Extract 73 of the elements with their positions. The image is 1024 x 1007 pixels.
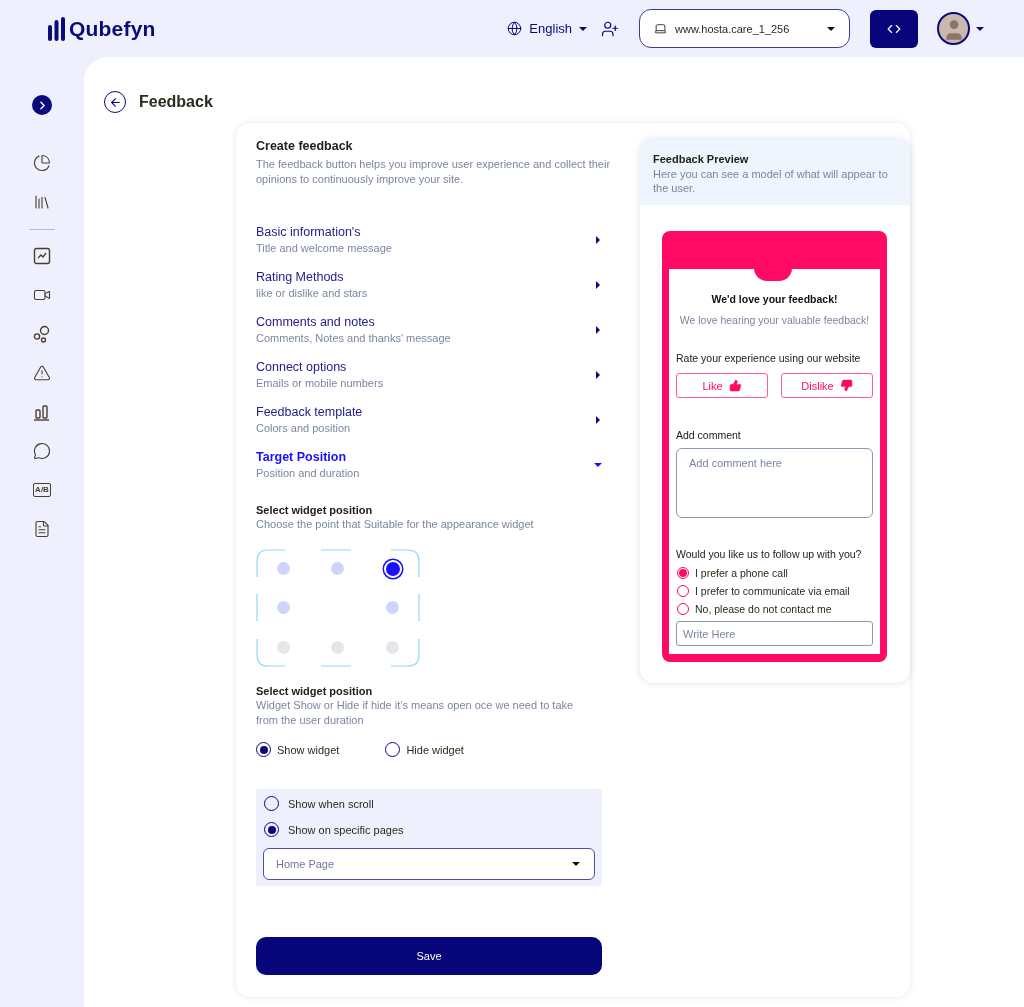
position-dot[interactable] [383,559,402,578]
section-title: Select widget position [256,504,374,516]
circles-icon [33,325,51,343]
accordion-section[interactable]: Rating Methods like or dislike and stars [256,262,602,307]
thumbs-up-icon [728,379,742,392]
avatar[interactable] [937,12,970,45]
accordion-section[interactable]: Comments and notes Comments, Notes and thanks' message [256,307,602,352]
chat-icon [33,442,51,460]
save-button[interactable]: Save [256,937,602,975]
radio-label: Show widget [277,743,340,756]
preview-description: Here you can see a model of what will appear to the user. [653,167,889,195]
write-field[interactable]: Write Here [676,621,873,646]
logo-text: Qubefyn [69,16,156,41]
radio-label: Show when scroll [288,797,374,810]
like-button[interactable]: Like [676,373,768,398]
pie-chart-icon [33,154,51,172]
position-dot[interactable] [386,601,400,615]
comment-field[interactable]: Add comment here [676,448,873,518]
caret-icon [827,24,835,33]
bars-icon [33,403,51,421]
ab-test-icon: A/B [33,483,51,497]
expand-sidebar-button[interactable] [32,95,52,115]
radio-label: I prefer a phone call [695,567,788,579]
form-description: The feedback button helps you improve user experience and collect their opinions to continuously improve your site. [256,157,612,187]
accordion-section[interactable]: Basic information's Title and welcome message [256,217,602,262]
comment-label: Add comment [676,429,742,441]
code-button[interactable] [870,9,918,48]
section-title: Select widget position [256,685,374,697]
accordion-section[interactable]: Connect options Emails or mobile numbers [256,352,602,397]
radio-label: No, please do not contact me [695,603,832,615]
books-icon [33,193,51,211]
radio-label: Hide widget [406,743,464,756]
chart-square-icon [33,247,51,265]
logo-icon [48,16,65,41]
caret-icon [572,860,580,868]
position-dot[interactable] [276,601,290,615]
page-title: Feedback [139,93,213,111]
caret-icon [594,325,602,334]
caret-icon [594,370,602,379]
rate-label: Rate your experience using our website [676,352,862,364]
caret-icon [976,24,984,33]
language-selector[interactable]: English [507,21,587,36]
accordion-section[interactable]: Feedback template Colors and position [256,397,602,442]
caret-icon [594,415,602,424]
warning-icon [33,364,51,382]
thumbs-down-icon [839,379,853,392]
accordion-section[interactable]: Target Position Position and duration [256,442,602,487]
site-selector[interactable]: www.hosta.care_1_256 [639,9,850,48]
section-description: Choose the point that Suitable for the appearance widget [256,517,535,532]
widget-notch [754,268,792,281]
globe-icon [507,21,523,36]
sidebar-item[interactable]: A/B [30,478,54,502]
laptop-icon [654,22,667,35]
widget-subheading: We love hearing your valuable feedback! [678,314,871,326]
position-dot[interactable] [276,562,290,576]
preview-title: Feedback Preview [653,153,750,165]
caret-icon [579,24,587,33]
page-select[interactable]: Home Page [263,848,595,880]
section-description: Widget Show or Hide if hide it’s means open oce we need to take from the user duration [256,698,575,728]
document-icon [33,520,51,538]
form-title: Create feedback [256,139,354,153]
caret-icon [594,460,602,469]
widget-heading: We'd love your feedback! [710,293,839,305]
caret-icon [594,235,602,244]
position-dot[interactable] [331,562,345,576]
dislike-button[interactable]: Dislike [781,373,873,398]
caret-icon [594,280,602,289]
radio-label: Show on specific pages [288,823,404,836]
radio-button[interactable] [677,567,689,579]
radio-label: I prefer to communicate via email [695,585,850,597]
arrow-left-icon [108,95,122,109]
follow-up-question: Would you like us to follow up with you? [676,548,863,560]
add-user-icon[interactable] [601,19,619,38]
